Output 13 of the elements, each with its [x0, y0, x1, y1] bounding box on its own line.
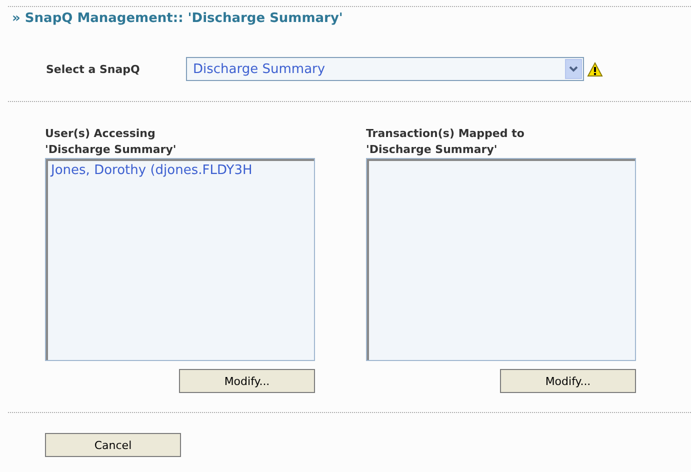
select-label: Select a SnapQ [46, 62, 141, 76]
list-heading: 'Discharge Summary' [45, 142, 178, 158]
modify-button[interactable]: Modify... [500, 369, 636, 393]
cancel-button[interactable]: Cancel [45, 433, 181, 457]
snapq-dropdown[interactable]: Discharge Summary [186, 57, 584, 81]
page-title: » SnapQ Management:: 'Discharge Summary' [11, 10, 344, 28]
list-heading: Transaction(s) Mapped to [366, 126, 526, 142]
list-box[interactable]: Jones, Dorothy (djones.FLDY3H [45, 158, 315, 361]
list-heading: User(s) Accessing [45, 126, 156, 142]
list-heading: 'Discharge Summary' [366, 142, 498, 158]
list-item[interactable]: Jones, Dorothy (djones.FLDY3H [51, 163, 309, 178]
modify-button[interactable]: Modify... [179, 369, 315, 393]
chevron-down-icon [569, 66, 578, 72]
